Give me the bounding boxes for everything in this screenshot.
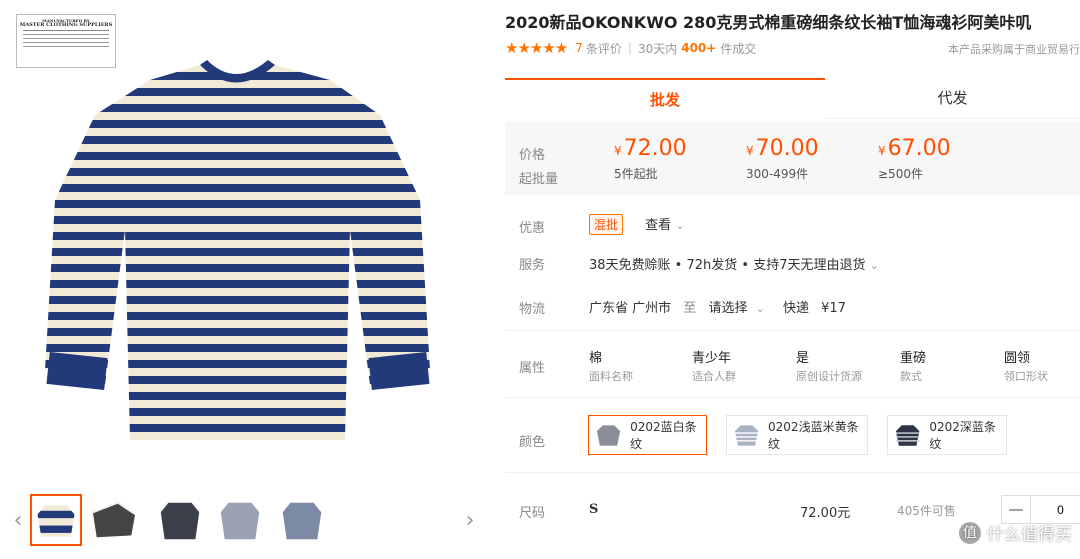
price-tier-3: ¥67.00 ≥500件	[878, 136, 951, 181]
tshirt-icon	[895, 425, 920, 446]
promo-row: 混批 查看 ⌄	[589, 214, 685, 235]
service-label: 服务	[519, 258, 546, 273]
price-tier-1: ¥72.00 5件起批	[614, 136, 687, 181]
service-row: 38天免费赊账 • 72h发货 • 支持7天无理由退货 ⌄	[589, 254, 879, 273]
sold-prefix: 30天内	[637, 41, 678, 56]
site-watermark: 值 什么值得买	[959, 520, 1072, 545]
tier-3-moq: ≥500件	[878, 167, 923, 181]
promo-view-link[interactable]: 查看	[645, 218, 671, 233]
purchase-tabs: 批发 代发	[505, 78, 1080, 119]
attributes-label: 属性	[519, 361, 546, 376]
divider	[505, 397, 1080, 398]
color-label: 颜色	[519, 435, 546, 450]
hang-tag-line2: MASTER CLOTHING SUPPLIERS	[19, 22, 113, 28]
tier-2-price: 70.00	[755, 136, 819, 161]
next-arrow-icon[interactable]: ›	[460, 506, 480, 536]
logistics-label: 物流	[519, 302, 546, 317]
origin-text: 广东省 广州市	[589, 301, 672, 316]
tshirt-icon	[596, 425, 621, 446]
size-price: 72.00元	[800, 506, 851, 521]
attribute-1: 棉面料名称	[589, 351, 633, 383]
sold-count: 400+	[681, 41, 717, 55]
size-stock: 405件可售	[897, 504, 956, 518]
review-count[interactable]: 7	[575, 41, 583, 55]
chevron-down-icon[interactable]: ⌄	[870, 259, 879, 272]
tshirt-icon	[734, 425, 759, 446]
quantity-input[interactable]	[1031, 496, 1080, 523]
moq-label: 起批量	[519, 172, 559, 187]
chevron-down-icon[interactable]: ⌄	[756, 302, 765, 315]
main-product-image	[45, 60, 430, 440]
service-text: 38天免费赊账 • 72h发货 • 支持7天无理由退货	[589, 258, 866, 273]
color-option-2[interactable]: 0202浅蓝米黄条纹	[726, 415, 868, 455]
decrease-button[interactable]: —	[1002, 496, 1031, 523]
attribute-4: 重磅 款式	[900, 351, 927, 383]
tab-wholesale[interactable]: 批发	[505, 78, 825, 119]
prev-arrow-icon[interactable]: ‹	[8, 506, 28, 536]
color-option-3[interactable]: 0202深蓝条纹	[887, 415, 1007, 455]
review-suffix: 条评价	[585, 41, 622, 56]
express-text: 快递	[782, 301, 809, 316]
thumbnail-5[interactable]	[276, 494, 328, 546]
thumbnail-strip: ‹ ›	[8, 490, 482, 556]
color-option-1[interactable]: 0202蓝白条纹	[588, 415, 707, 455]
thumbnail-4[interactable]	[214, 494, 266, 546]
rating-stars-icon: ★★★★★	[505, 39, 568, 57]
thumbnail-3[interactable]	[154, 494, 206, 546]
price-box: 价格 起批量 ¥72.00 5件起批 ¥70.00 300-499件 ¥67.0…	[505, 122, 1080, 195]
price-label: 价格	[519, 148, 546, 163]
product-title: 2020新品OKONKWO 280克男式棉重磅细条纹长袖T恤海魂衫阿美咔叽	[505, 13, 1032, 32]
tier-1-price: 72.00	[623, 136, 687, 161]
promo-badge: 混批	[589, 214, 624, 235]
tier-3-price: 67.00	[887, 136, 951, 161]
size-value: S	[589, 502, 599, 517]
tier-1-moq: 5件起批	[614, 167, 658, 181]
thumbnail-2[interactable]	[88, 494, 140, 546]
attribute-5: 圆领 领口形状	[1004, 351, 1048, 383]
tier-2-moq: 300-499件	[746, 167, 809, 181]
price-tier-2: ¥70.00 300-499件	[746, 136, 819, 181]
attribute-2: 青少年 适合人群	[692, 351, 736, 383]
divider	[505, 330, 1080, 331]
attribute-3: 是原创设计货源	[796, 351, 862, 383]
promo-label: 优惠	[519, 221, 546, 236]
rating-row: ★★★★★ 7 条评价 | 30天内 400+ 件成交	[505, 39, 757, 57]
sold-suffix: 件成交	[720, 41, 757, 56]
watermark-logo-icon: 值	[959, 521, 981, 544]
thumbnail-1[interactable]	[30, 494, 82, 546]
tab-dropship[interactable]: 代发	[825, 78, 1080, 119]
to-text: 至	[683, 301, 697, 316]
logistics-row: 广东省 广州市 至 请选择 ⌄ 快递 ¥17	[589, 297, 846, 316]
shipping-fee: ¥17	[821, 301, 846, 316]
trade-notice: 本产品采购属于商业贸易行	[948, 43, 1080, 56]
watermark-text: 什么值得买	[987, 525, 1072, 545]
chevron-down-icon[interactable]: ⌄	[675, 219, 684, 232]
destination-select[interactable]: 请选择	[708, 301, 747, 316]
divider	[505, 472, 1080, 473]
size-label: 尺码	[519, 506, 546, 521]
